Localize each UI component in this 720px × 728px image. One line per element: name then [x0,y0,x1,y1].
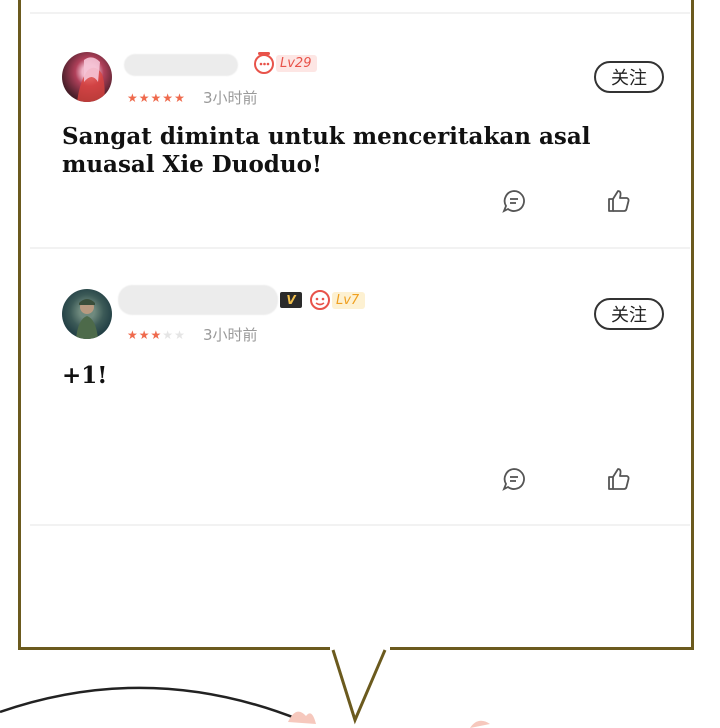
avatar-illustration [77,57,105,102]
like-button[interactable] [605,187,633,215]
reply-button[interactable] [500,187,528,215]
clock-icon [254,52,274,74]
star-icon: ★ [162,328,174,342]
star-icon: ★ [174,328,185,342]
comment-text: +1! [62,362,108,389]
star-icon: ★ [162,91,174,105]
comment-text: Sangat diminta untuk menceritakan asal m… [62,123,591,178]
level-badge: Lv7 [308,289,366,311]
star-icon: ★ [150,91,162,105]
username-blurred[interactable] [118,285,278,315]
timestamp: 3小时前 [203,89,258,107]
reply-button[interactable] [500,465,528,493]
timestamp: 3小时前 [203,326,258,344]
like-button[interactable] [605,465,633,493]
level-badge: Lv29 [252,52,318,74]
follow-button[interactable]: 关注 [594,61,664,93]
star-icon: ★ [150,328,162,342]
star-icon: ★ [138,328,150,342]
level-text: Lv29 [276,54,318,72]
divider [30,247,690,249]
thumbs-up-icon [608,468,630,490]
avatar-illustration [76,299,98,339]
comment-icon [502,190,525,213]
avatar[interactable] [62,52,112,102]
avatar[interactable] [62,289,112,339]
star-icon: ★ [127,91,138,105]
divider [30,12,690,14]
divider [30,524,690,526]
vip-badge: V [280,292,302,308]
follow-button[interactable]: 关注 [594,298,664,330]
smiley-icon [310,290,330,310]
rating-stars: ★ ★ ★ ★ ★ [127,91,185,105]
comment-icon [502,468,525,491]
thumbs-up-icon [608,190,630,212]
star-icon: ★ [174,91,185,105]
star-icon: ★ [127,328,138,342]
speech-bubble-panel [18,0,694,650]
level-text: Lv7 [332,291,366,309]
rating-stars: ★ ★ ★ ★ ★ [127,328,185,342]
star-icon: ★ [138,91,150,105]
username-blurred[interactable] [124,54,238,76]
